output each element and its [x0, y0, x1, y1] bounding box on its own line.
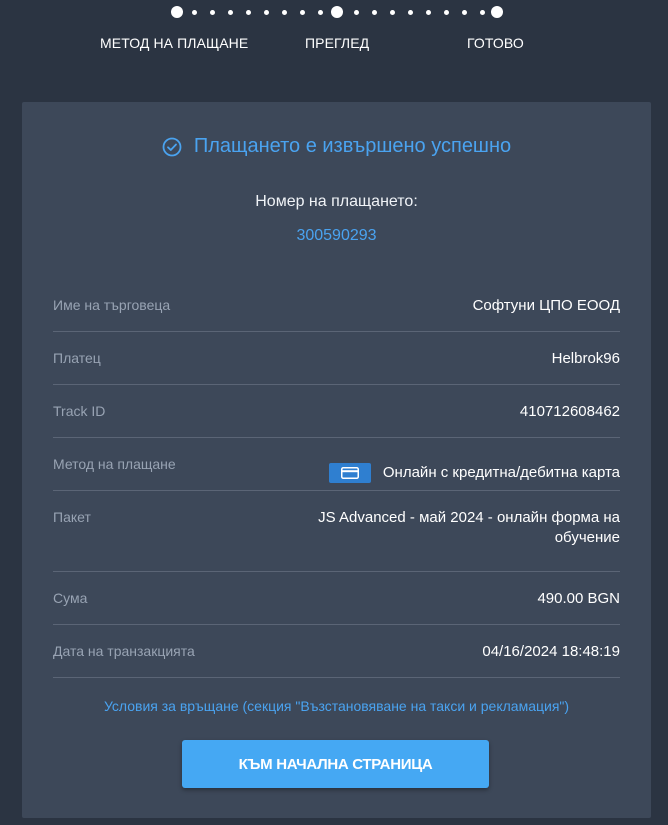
progress-dot: [354, 10, 359, 15]
credit-card-icon: [328, 462, 371, 483]
progress-dot: [228, 10, 233, 15]
progress-dot: [264, 10, 269, 15]
detail-row-amount: Сума 490.00 BGN: [53, 572, 620, 625]
detail-row-track-id: Track ID 410712608462: [53, 385, 620, 438]
payment-confirmation-card: Плащането е извършено успешно Номер на п…: [22, 102, 651, 818]
step-marker-payment-method: [171, 6, 183, 18]
success-message: Плащането е извършено успешно: [22, 135, 651, 158]
detail-value: Helbrok96: [551, 350, 620, 367]
progress-dot: [372, 10, 377, 15]
progress-dot: [210, 10, 215, 15]
progress-dot: [444, 10, 449, 15]
step-label-payment-method: МЕТОД НА ПЛАЩАНЕ: [100, 35, 249, 51]
progress-dot: [282, 10, 287, 15]
detail-value: 410712608462: [519, 403, 620, 420]
check-circle-icon: [162, 137, 182, 156]
step-label-review: ПРЕГЛЕД: [305, 35, 370, 51]
progress-dot: [408, 10, 413, 15]
detail-row-transaction-date: Дата на транзакцията 04/16/2024 18:48:19: [53, 625, 620, 678]
detail-value: Онлайн с кредитна/дебитна карта: [382, 463, 620, 481]
detail-value: Софтуни ЦПО ЕООД: [472, 297, 620, 314]
detail-label: Дата на транзакцията: [53, 643, 195, 659]
progress-dot: [426, 10, 431, 15]
detail-row-package: Пакет JS Advanced - май 2024 - онлайн фо…: [53, 491, 620, 572]
detail-label: Метод на плащане: [53, 456, 176, 472]
payment-method-value: Онлайн с кредитна/дебитна карта: [328, 438, 620, 490]
refund-terms-link[interactable]: Условия за връщане (секция "Възстановява…: [22, 698, 651, 714]
detail-value: JS Advanced - май 2024 - онлайн форма на…: [318, 509, 620, 546]
success-title: Плащането е извършено успешно: [193, 135, 512, 157]
payment-details: Име на търговеца Софтуни ЦПО ЕООД Платец…: [53, 279, 620, 678]
detail-value: 04/16/2024 18:48:19: [482, 643, 620, 660]
progress-stepper: [0, 4, 668, 22]
detail-label: Track ID: [53, 403, 106, 419]
progress-dot: [462, 10, 467, 15]
progress-dot: [318, 10, 323, 15]
detail-value: 490.00 BGN: [537, 590, 620, 607]
detail-label: Сума: [53, 590, 88, 606]
step-label-done: ГОТОВО: [467, 35, 524, 51]
payment-number-label: Номер на плащането:: [255, 193, 418, 210]
detail-row-payer: Платец Helbrok96: [53, 332, 620, 385]
detail-label: Име на търговеца: [53, 297, 171, 313]
progress-dot: [480, 10, 485, 15]
progress-dot: [246, 10, 251, 15]
detail-label: Пакет: [53, 509, 91, 525]
detail-row-merchant: Име на търговеца Софтуни ЦПО ЕООД: [53, 279, 620, 332]
detail-row-payment-method: Метод на плащане Онлайн с кредитна/дебит…: [53, 438, 620, 491]
progress-dot: [390, 10, 395, 15]
home-page-button[interactable]: КЪМ НАЧАЛНА СТРАНИЦА: [182, 740, 489, 788]
step-marker-done: [491, 6, 503, 18]
step-marker-review: [331, 6, 343, 18]
detail-label: Платец: [53, 350, 101, 366]
progress-dot: [192, 10, 197, 15]
progress-dot: [300, 10, 305, 15]
payment-number: 300590293: [296, 227, 377, 244]
